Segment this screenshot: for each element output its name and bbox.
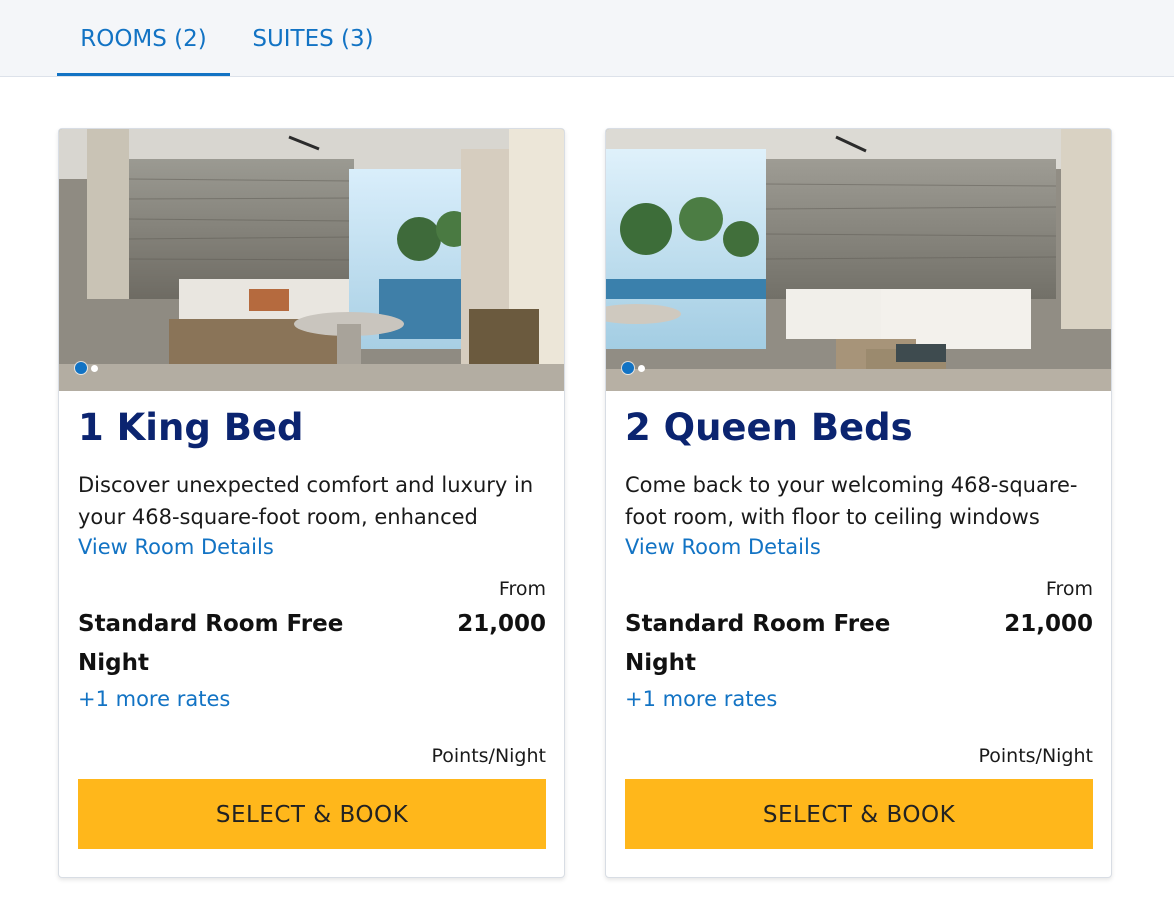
room-photo-carousel[interactable] [59,129,564,391]
points-value: 21,000 [457,611,546,637]
room-title: 2 Queen Beds [625,406,913,449]
more-rates-link[interactable]: +1 more rates [78,687,230,711]
carousel-dot[interactable] [91,364,98,372]
select-and-book-button[interactable]: SELECT & BOOK [78,779,546,849]
select-and-book-button[interactable]: SELECT & BOOK [625,779,1093,849]
view-room-details-link[interactable]: View Room Details [78,533,274,561]
tab-rooms[interactable]: ROOMS (2) [57,24,230,76]
room-photo-carousel[interactable] [606,129,1111,391]
points-per-night-label: Points/Night [431,745,546,767]
carousel-dot[interactable] [638,364,645,372]
room-card-queen: 2 Queen Beds Come back to your welcoming… [605,128,1112,878]
from-label: From [1045,578,1093,600]
carousel-dot-active[interactable] [75,362,87,374]
carousel-dots[interactable] [75,362,98,374]
room-description: Discover unexpected comfort and luxury i… [78,473,534,529]
rate-name: Standard Room Free Night [78,611,344,676]
carousel-dot-active[interactable] [622,362,634,374]
tab-suites[interactable]: SUITES (3) [230,24,396,76]
points-value: 21,000 [1004,611,1093,637]
from-label: From [498,578,546,600]
room-type-tabs: ROOMS (2) SUITES (3) [0,0,1174,77]
room-photo [606,129,1111,391]
rate-name: Standard Room Free Night [625,611,891,676]
room-card-king: 1 King Bed Discover unexpected comfort a… [58,128,565,878]
carousel-dots[interactable] [622,362,645,374]
room-photo [59,129,564,391]
more-rates-link[interactable]: +1 more rates [625,687,777,711]
room-description: Come back to your welcoming 468-square-f… [625,473,1078,529]
room-title: 1 King Bed [78,406,304,449]
view-room-details-link[interactable]: View Room Details [625,533,821,561]
points-per-night-label: Points/Night [978,745,1093,767]
